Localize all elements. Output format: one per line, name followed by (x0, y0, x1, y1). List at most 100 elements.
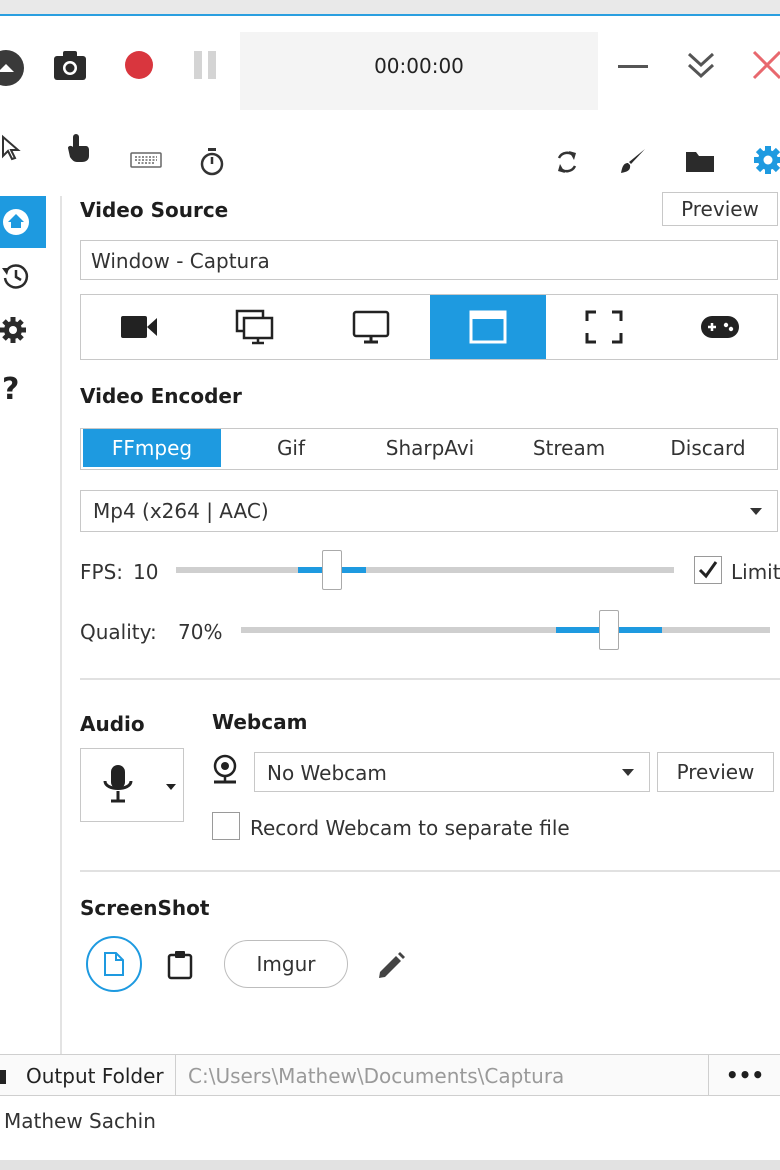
folder-icon (0, 1070, 6, 1084)
quality-slider-track[interactable] (241, 627, 770, 633)
bottom-edge (0, 1160, 780, 1170)
webcam-icon (213, 754, 237, 784)
keyboard-icon (130, 152, 162, 168)
webcam-selected: No Webcam (267, 761, 387, 785)
fps-label: FPS: (80, 560, 123, 584)
include-clicks-toggle[interactable] (64, 132, 92, 164)
clipboard-icon (167, 951, 193, 980)
timer-toggle[interactable] (198, 146, 226, 178)
screenshot-editor-button[interactable] (376, 950, 406, 980)
quality-label: Quality: (80, 620, 157, 644)
home-icon (3, 209, 29, 235)
quality-slider-thumb[interactable] (599, 610, 619, 650)
close-icon (752, 50, 780, 80)
more-options-icon: ••• (725, 1063, 765, 1087)
video-encoder-heading: Video Encoder (80, 384, 242, 408)
caret-down-icon (750, 508, 762, 515)
include-keystrokes-toggle[interactable] (130, 152, 162, 168)
include-cursor-toggle[interactable] (0, 134, 22, 162)
selected-source-field[interactable]: Window - Captura (80, 240, 778, 280)
webcam-preview-button[interactable]: Preview (657, 752, 774, 792)
limit-checkbox[interactable] (694, 556, 722, 584)
caret-down-icon (166, 784, 176, 790)
audio-source-button[interactable] (80, 748, 184, 822)
gear-icon (754, 146, 780, 174)
video-camera-icon (121, 316, 157, 338)
open-folder-button[interactable] (684, 148, 716, 174)
webcam-status (212, 754, 240, 786)
limit-label: Limit (731, 560, 780, 584)
format-value: Mp4 (x264 | AAC) (93, 499, 269, 523)
multi-screen-icon (235, 309, 274, 345)
sidebar-divider (60, 196, 62, 1056)
section-divider (80, 678, 780, 680)
close-button[interactable] (750, 48, 780, 82)
browse-folder-button[interactable]: ••• (710, 1056, 780, 1094)
screenshot-to-file-button[interactable] (86, 936, 142, 992)
microphone-icon (103, 765, 133, 803)
record-icon (125, 51, 153, 79)
source-game[interactable] (662, 295, 778, 359)
pencil-icon (379, 952, 405, 978)
tab-stream[interactable]: Stream (499, 429, 639, 467)
double-chevron-down-icon (687, 52, 715, 79)
settings-button[interactable] (752, 144, 780, 176)
brush-icon (621, 149, 645, 173)
source-window[interactable] (430, 295, 546, 359)
collapse-toolbar-button[interactable] (684, 48, 718, 82)
sidebar-item-history[interactable] (0, 260, 32, 292)
sidebar-item-about[interactable]: ? (2, 372, 19, 407)
source-multi-screen[interactable] (197, 295, 313, 359)
pause-icon (194, 51, 216, 79)
sidebar-item-home[interactable] (0, 196, 46, 248)
collapse-button[interactable] (0, 50, 24, 86)
tab-sharpavi[interactable]: SharpAvi (361, 429, 499, 467)
screenshot-heading: ScreenShot (80, 896, 210, 920)
hand-pointer-icon (68, 134, 89, 162)
webcam-dropdown[interactable]: No Webcam (254, 752, 650, 792)
encoder-tabs: FFmpeg Gif SharpAvi Stream Discard (80, 428, 778, 470)
separate-file-checkbox[interactable] (212, 812, 240, 840)
screenshot-button[interactable] (52, 48, 88, 82)
quality-value: 70% (178, 620, 223, 644)
fps-slider-track[interactable] (176, 567, 674, 573)
format-dropdown[interactable]: Mp4 (x264 | AAC) (80, 490, 778, 532)
section-divider (80, 870, 780, 872)
history-icon (2, 264, 29, 289)
output-folder-label[interactable]: Output Folder (26, 1064, 164, 1088)
annotate-button[interactable] (618, 146, 648, 176)
caret-down-icon (622, 769, 634, 776)
source-region[interactable] (546, 295, 662, 359)
fps-slider-thumb[interactable] (322, 550, 342, 590)
video-source-heading: Video Source (80, 198, 229, 222)
chevron-up-icon (0, 64, 14, 72)
sidebar-item-settings[interactable] (0, 314, 32, 346)
author-credit: Mathew Sachin (4, 1109, 156, 1133)
output-folder-path[interactable]: C:\Users\Mathew\Documents\Captura (188, 1064, 564, 1088)
monitor-icon (352, 310, 390, 344)
file-icon (104, 952, 124, 976)
record-button[interactable] (123, 49, 155, 81)
source-type-selector (80, 294, 778, 360)
checkmark-icon (698, 561, 718, 579)
tab-gif[interactable]: Gif (221, 429, 361, 467)
tab-ffmpeg[interactable]: FFmpeg (83, 429, 221, 467)
cursor-icon (2, 134, 21, 161)
elapsed-time: 00:00:00 (374, 54, 464, 78)
source-monitor[interactable] (313, 295, 429, 359)
refresh-button[interactable] (554, 148, 580, 176)
output-folder-divider (175, 1054, 176, 1096)
source-video-camera[interactable] (81, 295, 197, 359)
minimize-button[interactable] (616, 52, 650, 82)
minimize-icon (618, 65, 648, 68)
imgur-button[interactable]: Imgur (224, 940, 348, 988)
pause-button[interactable] (192, 49, 220, 81)
video-source-preview-button[interactable]: Preview (662, 192, 778, 226)
screenshot-to-clipboard-button[interactable] (166, 950, 194, 980)
gear-icon (0, 317, 26, 343)
game-controller-icon (701, 316, 739, 338)
region-select-icon (585, 310, 623, 344)
camera-icon (54, 51, 86, 80)
tab-discard[interactable]: Discard (639, 429, 777, 467)
fps-value: 10 (133, 560, 159, 584)
